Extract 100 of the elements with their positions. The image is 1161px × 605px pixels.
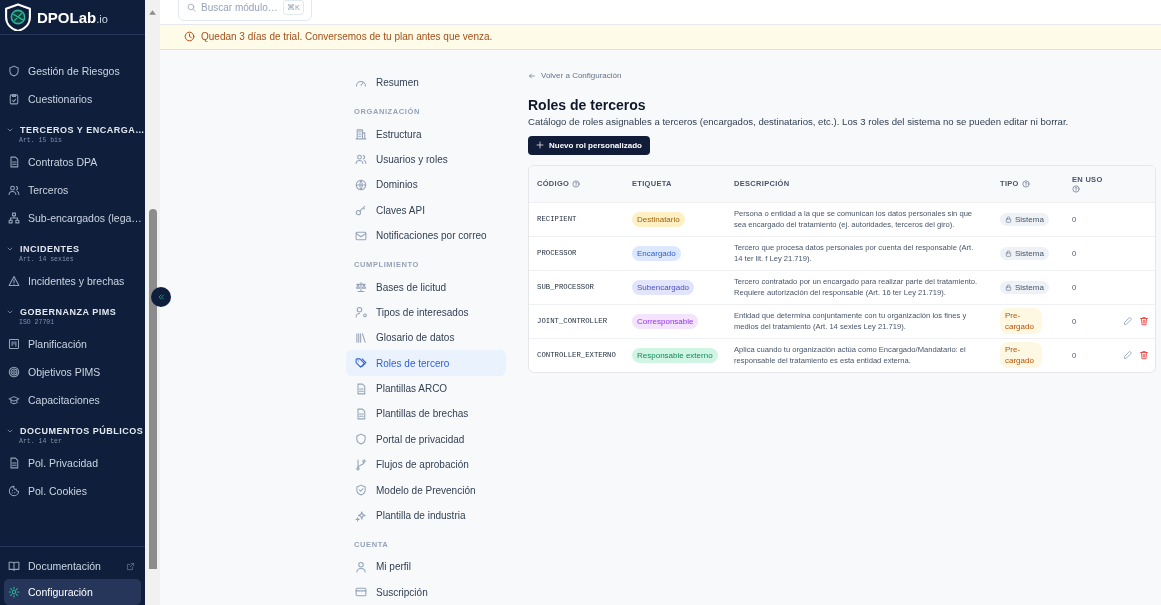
role-tag: Responsable externo xyxy=(632,347,718,363)
sidebar-item[interactable]: Documentación xyxy=(4,553,141,579)
help-icon[interactable] xyxy=(1021,179,1030,188)
building-icon xyxy=(355,128,367,141)
warning-icon xyxy=(8,275,20,287)
page-title: Roles de terceros xyxy=(528,96,647,113)
role-tag: Subencargado xyxy=(632,279,695,295)
settings-nav-item[interactable]: Roles de tercero xyxy=(346,350,506,376)
lock-icon xyxy=(1005,215,1012,223)
settings-nav-item[interactable]: Bases de licitud xyxy=(346,274,506,300)
scale-icon xyxy=(355,281,367,293)
settings-nav-item[interactable]: Dominios xyxy=(346,172,506,198)
collapse-button[interactable] xyxy=(151,287,171,307)
type-tag: Pre-cargado xyxy=(1000,308,1042,335)
scroll-up-icon[interactable] xyxy=(148,8,157,17)
banner-text: Quedan 3 días de trial. Conversemos de tu plan antes que venza. xyxy=(201,31,493,43)
mail-icon xyxy=(355,229,367,242)
board-icon xyxy=(8,338,20,350)
person-icon xyxy=(355,306,367,319)
shield-logo-icon xyxy=(4,3,32,31)
settings-nav-item[interactable]: Flujos de aprobación xyxy=(346,452,506,478)
help-icon[interactable] xyxy=(1072,184,1080,193)
sidebar-item[interactable]: Contratos DPA xyxy=(0,148,145,176)
sidebar-item[interactable]: Cuestionarios xyxy=(0,85,145,113)
trash-icon[interactable] xyxy=(1139,350,1149,361)
role-tag: Encargado xyxy=(632,245,681,261)
pencil-icon[interactable] xyxy=(1123,350,1133,361)
type-tag: Pre-cargado xyxy=(1000,342,1042,369)
document-icon xyxy=(355,382,367,395)
scrollbar-thumb[interactable] xyxy=(148,209,157,569)
section-heading[interactable]: DOCUMENTOS PÚBLICOS xyxy=(20,426,144,436)
chevron-down-icon[interactable] xyxy=(6,308,14,316)
type-tag: Sistema xyxy=(1000,212,1049,226)
document-icon xyxy=(8,156,20,168)
chevron-down-icon[interactable] xyxy=(6,245,14,253)
chevron-down-icon[interactable] xyxy=(6,126,14,134)
arrow-left-icon xyxy=(528,71,536,80)
users-icon xyxy=(355,153,367,166)
settings-nav-item[interactable]: Estructura xyxy=(346,121,506,147)
settings-nav-item[interactable]: Plantillas ARCO xyxy=(346,375,506,402)
sidebar-item[interactable]: Objetivos PIMS xyxy=(0,358,145,386)
credit-card-icon xyxy=(355,586,367,599)
settings-icon xyxy=(8,586,20,598)
target-icon xyxy=(8,366,20,378)
settings-nav-item[interactable]: Resumen xyxy=(346,69,506,96)
sidebar-item[interactable]: Incidentes y brechas xyxy=(0,267,145,295)
chevron-down-icon[interactable] xyxy=(6,427,14,435)
settings-nav-item[interactable]: Tipos de interesados xyxy=(346,299,506,326)
settings-nav-item[interactable]: Modelo de Prevención xyxy=(346,477,506,503)
sidebar-item[interactable]: Capacitaciones xyxy=(0,386,145,414)
search-icon xyxy=(187,3,196,12)
sidebar-item[interactable]: Planificación xyxy=(0,330,145,358)
sparkles-icon xyxy=(355,509,367,522)
sidebar-item[interactable]: Pol. Privacidad xyxy=(0,449,145,477)
settings-nav-item[interactable]: Suscripción xyxy=(346,579,506,605)
clock-icon xyxy=(184,31,195,43)
section-heading[interactable]: INCIDENTES xyxy=(20,244,80,254)
document-icon xyxy=(8,457,20,469)
lock-icon xyxy=(1005,249,1012,257)
sidebar-item[interactable]: Pol. Cookies xyxy=(0,477,145,505)
library-icon xyxy=(355,331,367,344)
sidebar-item[interactable]: Sub-encargados (lega… xyxy=(0,204,145,232)
back-link[interactable]: Volver a Configuración xyxy=(528,71,622,81)
key-icon xyxy=(355,204,367,217)
book-icon xyxy=(8,560,20,572)
settings-nav-item[interactable]: Notificaciones por correo xyxy=(346,222,506,249)
settings-nav-item[interactable]: Plantillas de brechas xyxy=(346,401,506,427)
scrollbar[interactable] xyxy=(145,0,160,605)
cookie-icon xyxy=(8,485,20,497)
shield-icon xyxy=(8,65,20,77)
settings-nav-item[interactable]: Usuarios y roles xyxy=(346,146,506,173)
double-chevron-left-icon xyxy=(157,293,165,301)
section-heading[interactable]: GOBERNANZA PIMS xyxy=(20,307,117,317)
sidebar-item[interactable]: Terceros xyxy=(0,176,145,204)
user-icon xyxy=(355,560,367,573)
document-icon xyxy=(355,407,367,420)
type-tag: Sistema xyxy=(1000,246,1049,260)
type-tag: Sistema xyxy=(1000,280,1049,294)
git-branch-icon xyxy=(355,458,367,471)
hierarchy-icon xyxy=(8,212,20,224)
sidebar-item[interactable]: Configuración xyxy=(4,579,141,605)
settings-nav-item[interactable]: Portal de privacidad xyxy=(346,426,506,453)
settings-nav-item[interactable]: Plantilla de industria xyxy=(346,502,506,529)
settings-nav-item[interactable]: Glosario de datos xyxy=(346,325,506,351)
role-tag: Corresponsable xyxy=(632,313,699,329)
sidebar-item[interactable]: Gestión de Riesgos xyxy=(0,57,145,85)
new-role-button[interactable]: Nuevo rol personalizado xyxy=(528,135,650,155)
external-link-icon xyxy=(126,561,135,571)
plus-icon xyxy=(536,141,544,150)
trash-icon[interactable] xyxy=(1139,316,1149,327)
pencil-icon[interactable] xyxy=(1123,316,1133,327)
lock-icon xyxy=(1005,283,1012,291)
globe-icon xyxy=(355,178,367,191)
users-icon xyxy=(8,184,20,196)
settings-nav-item[interactable]: Mi perfil xyxy=(346,554,506,580)
settings-nav-item[interactable]: Claves API xyxy=(346,197,506,223)
shield-icon xyxy=(355,433,367,446)
help-icon[interactable] xyxy=(572,179,581,188)
role-tag: Destinatario xyxy=(632,211,685,227)
section-heading[interactable]: TERCEROS Y ENCARGA… xyxy=(20,125,145,135)
